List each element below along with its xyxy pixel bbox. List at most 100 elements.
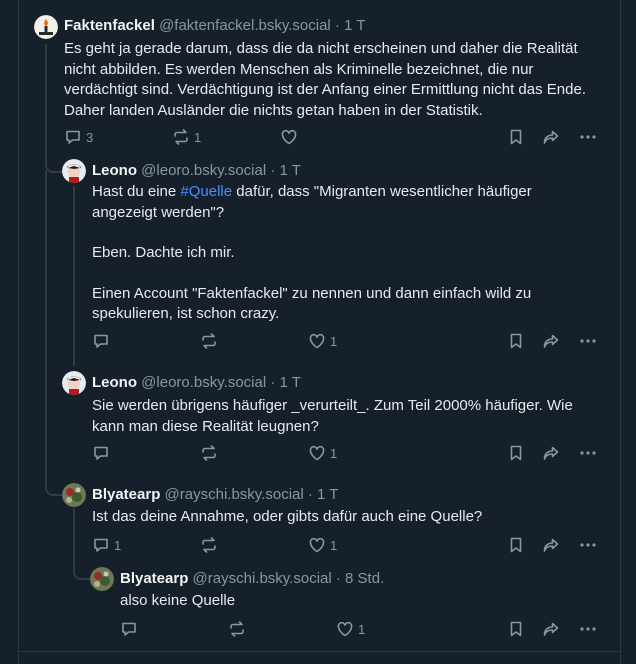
- heart-icon: [308, 536, 326, 554]
- avatar[interactable]: [90, 567, 114, 591]
- author-handle[interactable]: @leoro.bsky.social: [141, 374, 266, 391]
- post-paragraph: also keine Quelle: [120, 591, 600, 612]
- repost-icon: [228, 620, 246, 638]
- reply-button[interactable]: [92, 444, 110, 462]
- more-button[interactable]: [579, 620, 597, 638]
- more-icon: [579, 444, 597, 462]
- more-button[interactable]: [579, 444, 597, 462]
- bookmark-button[interactable]: [507, 536, 525, 554]
- avatar[interactable]: [34, 15, 58, 39]
- thread-frame-right: [620, 0, 621, 664]
- author-handle[interactable]: @leoro.bsky.social: [141, 162, 266, 179]
- more-icon: [579, 620, 597, 638]
- avatar[interactable]: [62, 483, 86, 507]
- thread-frame-left: [18, 0, 19, 664]
- post-time[interactable]: 1 T: [344, 17, 365, 34]
- repost-count: 1: [194, 130, 201, 145]
- post-text: Hast du eine #Quelle dafür, dass "Migran…: [92, 182, 592, 325]
- bookmark-icon: [507, 128, 525, 146]
- separator: ·: [336, 570, 341, 587]
- share-icon: [542, 536, 560, 554]
- author-name[interactable]: Faktenfackel: [64, 17, 155, 34]
- bookmark-icon: [507, 444, 525, 462]
- like-count: 1: [358, 622, 365, 637]
- post-time[interactable]: 1 T: [280, 374, 301, 391]
- reply-icon: [92, 332, 110, 350]
- repost-button[interactable]: 1: [172, 128, 201, 146]
- share-button[interactable]: [542, 536, 560, 554]
- post-text: Es geht ja gerade darum, dass die da nic…: [64, 39, 604, 121]
- text-segment: Hast du eine: [92, 183, 180, 200]
- repost-button[interactable]: [228, 620, 246, 638]
- post-time[interactable]: 1 T: [317, 486, 338, 503]
- bookmark-button[interactable]: [507, 128, 525, 146]
- post-text: Sie werden übrigens häufiger _verurteilt…: [92, 396, 607, 437]
- reply-button[interactable]: 3: [64, 128, 93, 146]
- separator: ·: [270, 374, 275, 391]
- author-handle[interactable]: @faktenfackel.bsky.social: [159, 17, 331, 34]
- reply-icon: [92, 444, 110, 462]
- post-time[interactable]: 8 Std.: [345, 570, 384, 587]
- post-text: also keine Quelle: [120, 591, 600, 612]
- thread-connector: [45, 170, 47, 490]
- bookmark-button[interactable]: [507, 332, 525, 350]
- share-icon: [542, 332, 560, 350]
- repost-icon: [200, 536, 218, 554]
- like-button[interactable]: 1: [336, 620, 365, 638]
- hashtag-link[interactable]: #Quelle: [180, 183, 232, 200]
- author-name[interactable]: Blyatearp: [92, 486, 160, 503]
- reply-icon: [64, 128, 82, 146]
- like-button[interactable]: 1: [308, 444, 337, 462]
- author-name[interactable]: Leono: [92, 374, 137, 391]
- more-button[interactable]: [579, 536, 597, 554]
- bookmark-icon: [507, 620, 525, 638]
- avatar[interactable]: [62, 159, 86, 183]
- author-handle[interactable]: @rayschi.bsky.social: [193, 570, 332, 587]
- bookmark-button[interactable]: [507, 444, 525, 462]
- author-name[interactable]: Leono: [92, 162, 137, 179]
- share-icon: [542, 620, 560, 638]
- thread-connector: [45, 44, 65, 173]
- more-button[interactable]: [579, 128, 597, 146]
- reply-button[interactable]: [120, 620, 138, 638]
- post-paragraph: Es geht ja gerade darum, dass die da nic…: [64, 39, 604, 121]
- heart-icon: [308, 444, 326, 462]
- like-button[interactable]: [280, 128, 302, 146]
- share-button[interactable]: [542, 332, 560, 350]
- more-button[interactable]: [579, 332, 597, 350]
- post-paragraph: Eben. Dachte ich mir.: [92, 243, 592, 264]
- post-paragraph: Hast du eine #Quelle dafür, dass "Migran…: [92, 182, 592, 223]
- separator: ·: [270, 162, 275, 179]
- bookmark-icon: [507, 536, 525, 554]
- avatar[interactable]: [62, 371, 86, 395]
- reply-button[interactable]: [92, 332, 110, 350]
- repost-icon: [172, 128, 190, 146]
- repost-button[interactable]: [200, 332, 218, 350]
- like-count: 1: [330, 538, 337, 553]
- reply-count: 3: [86, 130, 93, 145]
- share-button[interactable]: [542, 444, 560, 462]
- separator: ·: [335, 17, 340, 34]
- like-count: 1: [330, 334, 337, 349]
- share-button[interactable]: [542, 128, 560, 146]
- author-name[interactable]: Blyatearp: [120, 570, 188, 587]
- like-count: 1: [330, 446, 337, 461]
- thread-connector: [73, 508, 93, 580]
- more-icon: [579, 332, 597, 350]
- share-button[interactable]: [542, 620, 560, 638]
- repost-button[interactable]: [200, 536, 218, 554]
- repost-icon: [200, 444, 218, 462]
- like-button[interactable]: 1: [308, 536, 337, 554]
- author-handle[interactable]: @rayschi.bsky.social: [165, 486, 304, 503]
- bookmark-button[interactable]: [507, 620, 525, 638]
- post-time[interactable]: 1 T: [280, 162, 301, 179]
- post-text: Ist das deine Annahme, oder gibts dafür …: [92, 507, 607, 528]
- reply-icon: [92, 536, 110, 554]
- reply-button[interactable]: 1: [92, 536, 121, 554]
- share-icon: [542, 128, 560, 146]
- more-icon: [579, 536, 597, 554]
- repost-button[interactable]: [200, 444, 218, 462]
- reply-icon: [120, 620, 138, 638]
- reply-count: 1: [114, 538, 121, 553]
- like-button[interactable]: 1: [308, 332, 337, 350]
